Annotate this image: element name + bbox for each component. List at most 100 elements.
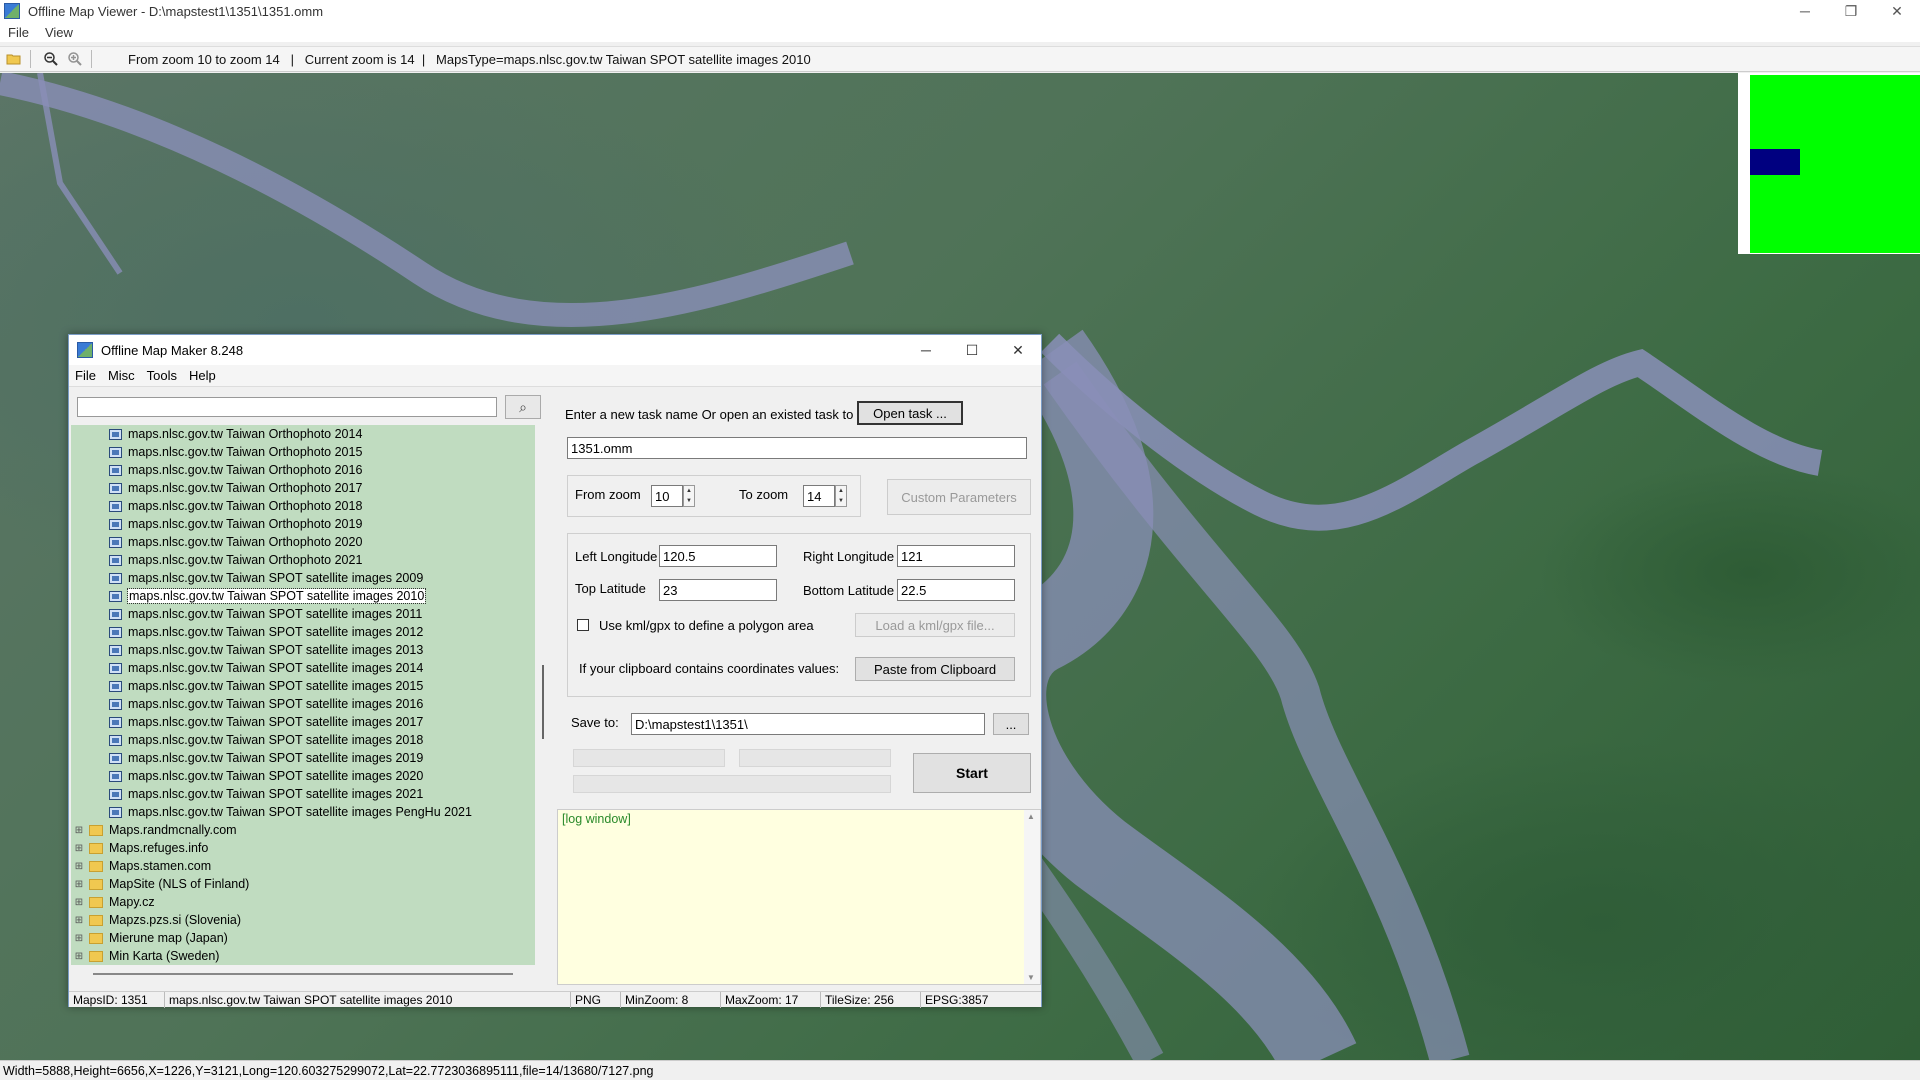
tree-vertical-scrollbar[interactable] bbox=[539, 425, 547, 965]
scrollbar-thumb[interactable] bbox=[542, 665, 544, 739]
zoom-in-icon[interactable] bbox=[65, 49, 85, 69]
tree-map-item[interactable]: maps.nlsc.gov.tw Taiwan Orthophoto 2015 bbox=[71, 443, 535, 461]
tree-map-item[interactable]: maps.nlsc.gov.tw Taiwan Orthophoto 2016 bbox=[71, 461, 535, 479]
minimize-button[interactable]: ─ bbox=[1782, 0, 1828, 22]
tree-map-item[interactable]: maps.nlsc.gov.tw Taiwan Orthophoto 2014 bbox=[71, 425, 535, 443]
dialog-minimize-button[interactable]: ─ bbox=[903, 335, 949, 365]
from-zoom-stepper[interactable]: ▲ ▼ bbox=[683, 485, 695, 507]
tree-map-item[interactable]: maps.nlsc.gov.tw Taiwan Orthophoto 2018 bbox=[71, 497, 535, 515]
expand-icon[interactable]: ⊞ bbox=[73, 933, 85, 944]
paste-from-clipboard-button[interactable]: Paste from Clipboard bbox=[855, 657, 1015, 681]
tree-map-item[interactable]: maps.nlsc.gov.tw Taiwan SPOT satellite i… bbox=[71, 695, 535, 713]
tree-map-item[interactable]: maps.nlsc.gov.tw Taiwan SPOT satellite i… bbox=[71, 803, 535, 821]
task-name-field[interactable]: 1351.omm bbox=[567, 437, 1027, 459]
open-folder-icon[interactable] bbox=[4, 49, 24, 69]
scrollbar-thumb[interactable] bbox=[93, 973, 513, 975]
tree-folder-item[interactable]: ⊞ Maps.refuges.info bbox=[71, 839, 535, 857]
status-maps-id: MapsID: 1351 bbox=[69, 991, 165, 1008]
left-longitude-field[interactable]: 120.5 bbox=[659, 545, 777, 567]
tree-folder-item[interactable]: ⊞ MapSite (NLS of Finland) bbox=[71, 875, 535, 893]
kml-polygon-checkbox[interactable] bbox=[577, 619, 589, 631]
tree-folder-item[interactable]: ⊞ Min Karta (Sweden) bbox=[71, 947, 535, 965]
menu-file[interactable]: File bbox=[0, 25, 37, 40]
tree-map-item[interactable]: maps.nlsc.gov.tw Taiwan SPOT satellite i… bbox=[71, 767, 535, 785]
map-icon bbox=[109, 572, 122, 584]
map-source-pane: ⌕ maps.nlsc.gov.tw Taiwan Orthophoto 201… bbox=[69, 387, 549, 991]
expand-icon[interactable]: ⊞ bbox=[73, 879, 85, 890]
expand-icon[interactable]: ⊞ bbox=[73, 897, 85, 908]
map-icon bbox=[109, 734, 122, 746]
window-controls: ─ ❐ ✕ bbox=[1782, 0, 1920, 22]
tree-map-item[interactable]: maps.nlsc.gov.tw Taiwan SPOT satellite i… bbox=[71, 713, 535, 731]
browse-button[interactable]: ... bbox=[993, 713, 1029, 735]
tree-item-label: maps.nlsc.gov.tw Taiwan Orthophoto 2021 bbox=[128, 553, 363, 567]
tree-folder-item[interactable]: ⊞ Mapzs.pzs.si (Slovenia) bbox=[71, 911, 535, 929]
tree-map-item[interactable]: maps.nlsc.gov.tw Taiwan SPOT satellite i… bbox=[71, 623, 535, 641]
tree-folder-item[interactable]: ⊞ Maps.stamen.com bbox=[71, 857, 535, 875]
tree-folder-item[interactable]: ⊞ Mierune map (Japan) bbox=[71, 929, 535, 947]
tree-map-item[interactable]: maps.nlsc.gov.tw Taiwan Orthophoto 2020 bbox=[71, 533, 535, 551]
dialog-maximize-button[interactable]: ☐ bbox=[949, 335, 995, 365]
scroll-down-icon[interactable]: ▼ bbox=[1027, 973, 1035, 982]
tree-folder-item[interactable]: ⊞ Maps.randmcnally.com bbox=[71, 821, 535, 839]
map-source-tree[interactable]: maps.nlsc.gov.tw Taiwan Orthophoto 2014 m… bbox=[71, 425, 535, 965]
search-icon[interactable]: ⌕ bbox=[505, 395, 541, 419]
tree-map-item[interactable]: maps.nlsc.gov.tw Taiwan SPOT satellite i… bbox=[71, 749, 535, 767]
tree-item-label: maps.nlsc.gov.tw Taiwan SPOT satellite i… bbox=[128, 787, 424, 801]
tree-map-item[interactable]: maps.nlsc.gov.tw Taiwan SPOT satellite i… bbox=[71, 605, 535, 623]
tree-map-item[interactable]: maps.nlsc.gov.tw Taiwan SPOT satellite i… bbox=[71, 587, 535, 605]
dialog-menu-help[interactable]: Help bbox=[183, 368, 222, 383]
spin-up-icon[interactable]: ▲ bbox=[686, 488, 692, 494]
tree-map-item[interactable]: maps.nlsc.gov.tw Taiwan Orthophoto 2021 bbox=[71, 551, 535, 569]
restore-button[interactable]: ❐ bbox=[1828, 0, 1874, 22]
overview-minimap[interactable] bbox=[1738, 73, 1920, 254]
minimap-viewport[interactable] bbox=[1750, 149, 1800, 175]
load-kml-button[interactable]: Load a kml/gpx file... bbox=[855, 613, 1015, 637]
dialog-close-button[interactable]: ✕ bbox=[995, 335, 1041, 365]
bottom-latitude-field[interactable]: 22.5 bbox=[897, 579, 1015, 601]
tree-map-item[interactable]: maps.nlsc.gov.tw Taiwan SPOT satellite i… bbox=[71, 677, 535, 695]
expand-icon[interactable]: ⊞ bbox=[73, 861, 85, 872]
to-zoom-field[interactable]: 14 bbox=[803, 485, 835, 507]
menu-view[interactable]: View bbox=[37, 25, 81, 40]
spin-down-icon[interactable]: ▼ bbox=[686, 498, 692, 504]
tree-item-label: Maps.randmcnally.com bbox=[109, 823, 237, 837]
kml-polygon-label: Use kml/gpx to define a polygon area bbox=[599, 618, 814, 633]
log-window[interactable]: [log window] ▲ ▼ bbox=[557, 809, 1041, 985]
dialog-menu-file[interactable]: File bbox=[69, 368, 102, 383]
tree-folder-item[interactable]: ⊞ Mapy.cz bbox=[71, 893, 535, 911]
tree-map-item[interactable]: maps.nlsc.gov.tw Taiwan SPOT satellite i… bbox=[71, 641, 535, 659]
start-button[interactable]: Start bbox=[913, 753, 1031, 793]
dialog-menu-misc[interactable]: Misc bbox=[102, 368, 141, 383]
zoom-out-icon[interactable] bbox=[41, 49, 61, 69]
open-task-button[interactable]: Open task ... bbox=[857, 401, 963, 425]
scroll-up-icon[interactable]: ▲ bbox=[1027, 812, 1035, 821]
top-latitude-field[interactable]: 23 bbox=[659, 579, 777, 601]
log-scrollbar[interactable]: ▲ ▼ bbox=[1024, 810, 1040, 984]
tree-map-item[interactable]: maps.nlsc.gov.tw Taiwan Orthophoto 2017 bbox=[71, 479, 535, 497]
tree-horizontal-scrollbar[interactable] bbox=[93, 971, 513, 977]
tree-map-item[interactable]: maps.nlsc.gov.tw Taiwan SPOT satellite i… bbox=[71, 659, 535, 677]
dialog-menu-tools[interactable]: Tools bbox=[141, 368, 183, 383]
expand-icon[interactable]: ⊞ bbox=[73, 843, 85, 854]
tree-item-label: maps.nlsc.gov.tw Taiwan SPOT satellite i… bbox=[126, 588, 427, 604]
status-min-zoom: MinZoom: 8 bbox=[621, 991, 721, 1008]
tree-item-label: maps.nlsc.gov.tw Taiwan SPOT satellite i… bbox=[128, 733, 424, 747]
close-button[interactable]: ✕ bbox=[1874, 0, 1920, 22]
custom-parameters-button[interactable]: Custom Parameters bbox=[887, 479, 1031, 515]
expand-icon[interactable]: ⊞ bbox=[73, 951, 85, 962]
search-input[interactable] bbox=[77, 397, 497, 417]
spin-down-icon[interactable]: ▼ bbox=[838, 498, 844, 504]
tree-item-label: Mapzs.pzs.si (Slovenia) bbox=[109, 913, 241, 927]
tree-map-item[interactable]: maps.nlsc.gov.tw Taiwan Orthophoto 2019 bbox=[71, 515, 535, 533]
tree-map-item[interactable]: maps.nlsc.gov.tw Taiwan SPOT satellite i… bbox=[71, 731, 535, 749]
expand-icon[interactable]: ⊞ bbox=[73, 825, 85, 836]
from-zoom-field[interactable]: 10 bbox=[651, 485, 683, 507]
tree-map-item[interactable]: maps.nlsc.gov.tw Taiwan SPOT satellite i… bbox=[71, 785, 535, 803]
save-to-field[interactable]: D:\mapstest1\1351\ bbox=[631, 713, 985, 735]
to-zoom-stepper[interactable]: ▲ ▼ bbox=[835, 485, 847, 507]
expand-icon[interactable]: ⊞ bbox=[73, 915, 85, 926]
right-longitude-field[interactable]: 121 bbox=[897, 545, 1015, 567]
tree-map-item[interactable]: maps.nlsc.gov.tw Taiwan SPOT satellite i… bbox=[71, 569, 535, 587]
spin-up-icon[interactable]: ▲ bbox=[838, 488, 844, 494]
